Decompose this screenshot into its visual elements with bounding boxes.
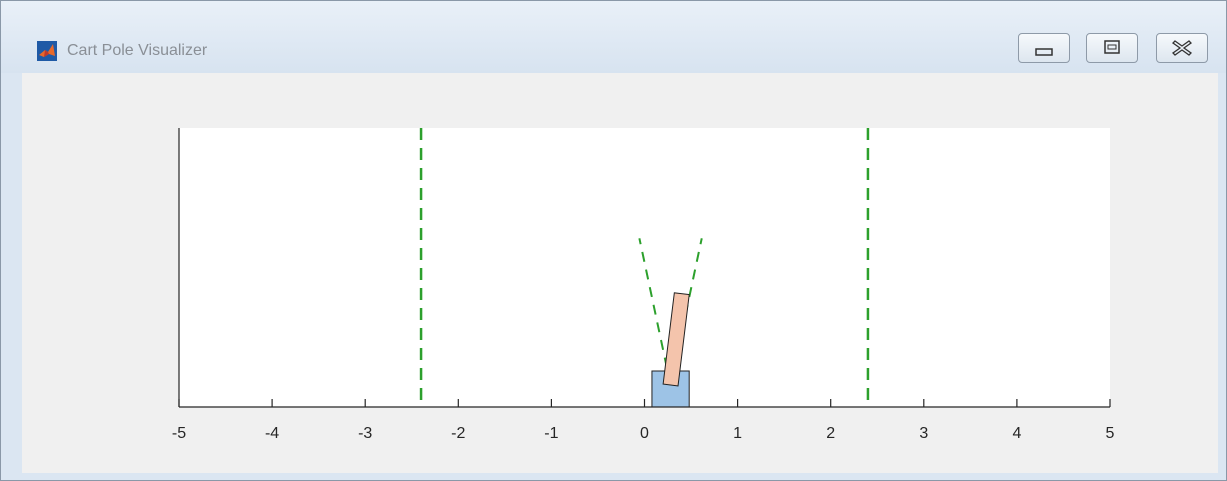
figure-client-area: -5 -4 -3 -2 -1 0 1 2 3 4 5 [22,73,1218,473]
close-icon [1171,40,1193,56]
title-bar[interactable]: Cart Pole Visualizer [1,1,1226,73]
x-tick-label: -5 [172,425,186,442]
minimize-button[interactable] [1018,33,1070,63]
x-tick-label: 3 [919,425,928,442]
window-title: Cart Pole Visualizer [67,42,208,59]
x-tick-label: 0 [640,425,649,442]
figure-window: Cart Pole Visualizer -5 -4 -3 -2 -1 0 1 2 3 4 5 [0,0,1227,481]
x-tick-label: 4 [1012,425,1021,442]
minimize-icon [1035,48,1053,56]
x-tick-label: 1 [733,425,742,442]
cart-pole-axes[interactable]: -5 -4 -3 -2 -1 0 1 2 3 4 5 [22,73,1218,473]
x-tick-label: -3 [358,425,372,442]
x-tick-label: 2 [826,425,835,442]
close-button[interactable] [1156,33,1208,63]
x-tick-label: -4 [265,425,279,442]
matlab-logo-icon [37,41,57,61]
maximize-button[interactable] [1086,33,1138,63]
maximize-icon [1104,40,1120,54]
x-tick-label: 5 [1106,425,1115,442]
x-tick-label: -1 [544,425,558,442]
x-tick-label: -2 [451,425,465,442]
axes-background [179,128,1110,407]
